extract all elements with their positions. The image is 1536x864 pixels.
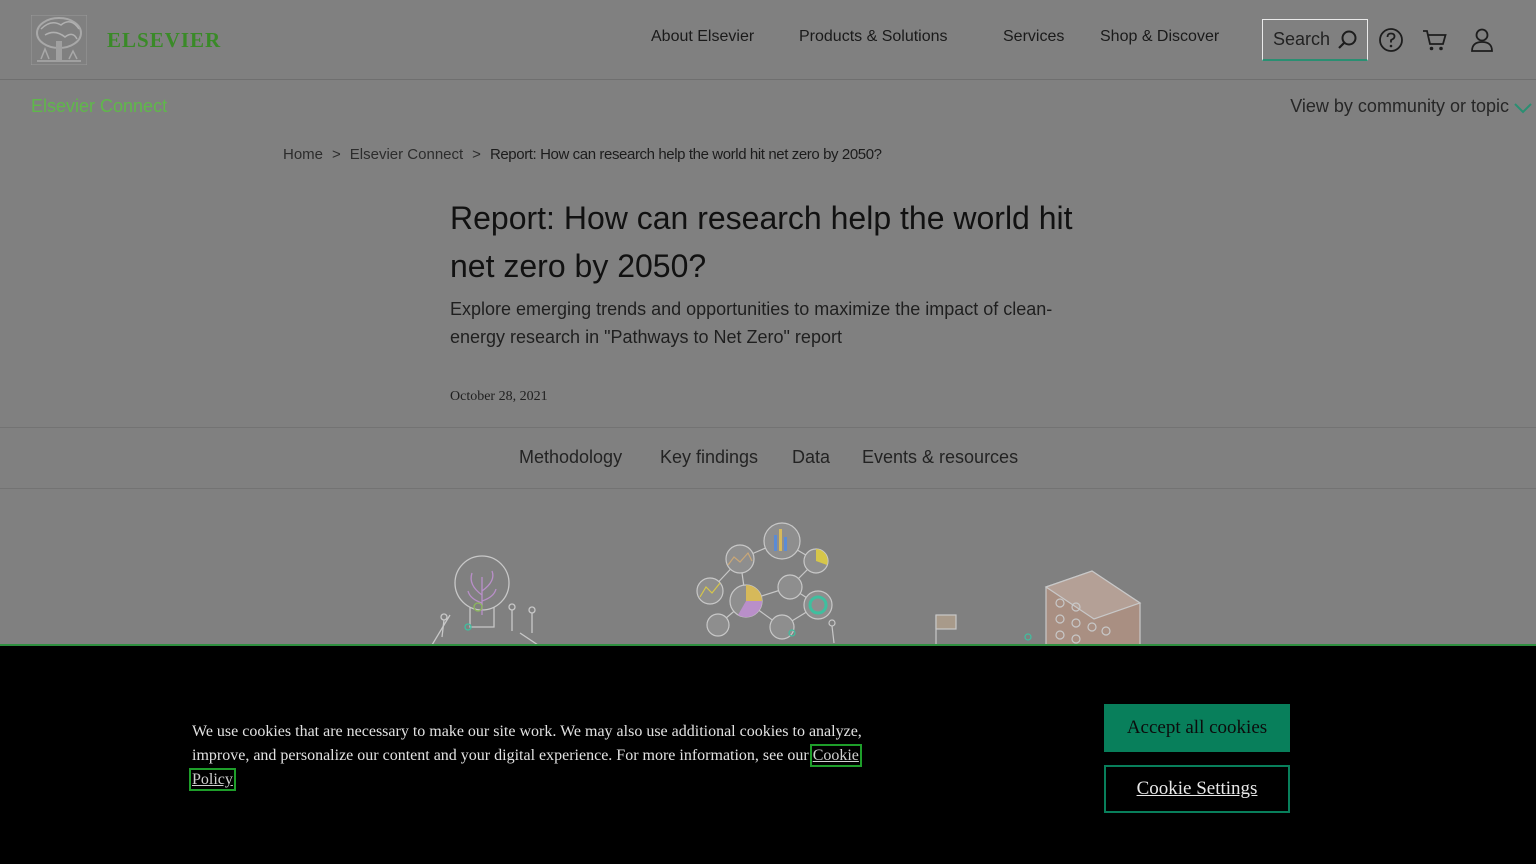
nav-shop-discover[interactable]: Shop & Discover [1100, 28, 1219, 46]
lightbulb-plant-illustration [431, 555, 539, 645]
building-flag-illustration [935, 570, 1142, 645]
nav-about-elsevier[interactable]: About Elsevier [651, 28, 754, 46]
search-icon [1338, 30, 1357, 49]
breadcrumb-home[interactable]: Home [283, 146, 323, 163]
breadcrumb-separator: > [472, 146, 481, 163]
page-title: Report: How can research help the world … [450, 200, 1073, 284]
elsevier-tree-logo-icon [31, 15, 87, 65]
chevron-down-icon[interactable] [1513, 101, 1533, 115]
cart-icon[interactable] [1422, 27, 1448, 53]
cookie-message-text: We use cookies that are necessary to mak… [192, 723, 862, 764]
logo-text: ELSEVIER [107, 27, 222, 52]
section-tabs: Methodology Key findings Data Events & r… [0, 427, 1536, 489]
nav-products-solutions[interactable]: Products & Solutions [799, 28, 948, 46]
breadcrumb-elsevier-connect[interactable]: Elsevier Connect [350, 146, 463, 163]
cookie-settings-button[interactable]: Cookie Settings [1104, 765, 1290, 813]
tab-data[interactable]: Data [792, 447, 830, 468]
site-header: ELSEVIER About Elsevier Products & Solut… [0, 0, 1536, 80]
breadcrumb-current: Report: How can research help the world … [489, 146, 882, 163]
search-button[interactable]: Search [1262, 19, 1368, 61]
cookie-message: We use cookies that are necessary to mak… [189, 720, 892, 792]
help-icon[interactable] [1378, 27, 1404, 53]
elsevier-logo[interactable]: ELSEVIER [31, 15, 221, 65]
elsevier-connect-link[interactable]: Elsevier Connect [31, 96, 167, 117]
user-icon[interactable] [1469, 27, 1495, 53]
view-by-topic-dropdown[interactable]: View by community or topic [1290, 96, 1509, 117]
tab-events-resources[interactable]: Events & resources [862, 447, 1018, 468]
breadcrumb: Home > Elsevier Connect > Report: How ca… [283, 146, 882, 163]
publish-date: October 28, 2021 [450, 389, 548, 404]
cookie-banner: We use cookies that are necessary to mak… [0, 644, 1536, 864]
tab-key-findings[interactable]: Key findings [660, 447, 758, 468]
hero-illustration [431, 522, 1142, 645]
breadcrumb-separator: > [332, 146, 341, 163]
data-network-illustration [696, 522, 836, 644]
page-subtitle: Explore emerging trends and opportunitie… [450, 299, 1053, 347]
tab-methodology[interactable]: Methodology [519, 447, 622, 468]
accept-all-cookies-button[interactable]: Accept all cookies [1104, 704, 1290, 752]
nav-services[interactable]: Services [1003, 28, 1064, 46]
search-label: Search [1273, 29, 1331, 49]
